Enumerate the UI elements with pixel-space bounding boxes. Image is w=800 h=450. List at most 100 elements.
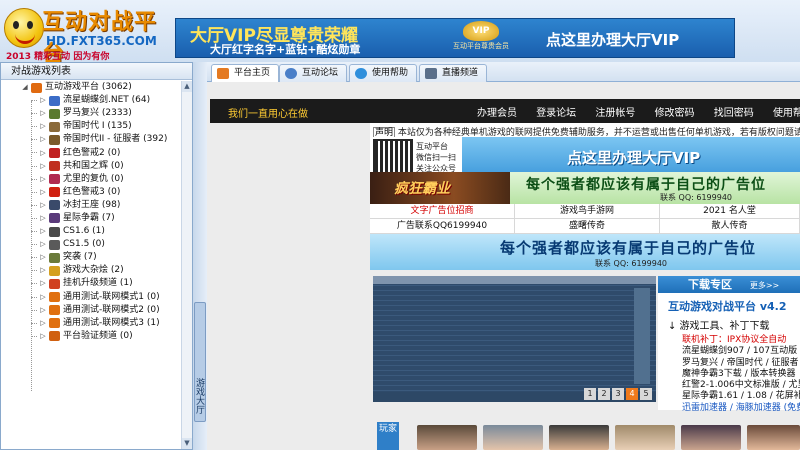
expand-icon[interactable]: ▷ bbox=[39, 330, 47, 343]
expand-icon[interactable]: ▷ bbox=[39, 238, 47, 251]
tree-root-label: 互动游戏平台 (3062) bbox=[45, 82, 132, 93]
scroll-up-icon[interactable]: ▲ bbox=[182, 81, 192, 92]
tab-label: 使用帮助 bbox=[372, 68, 409, 78]
collapse-icon[interactable]: ◢ bbox=[21, 81, 29, 94]
flag-icon bbox=[49, 187, 60, 198]
vip-banner-cta[interactable]: 点这里办理大厅VIP bbox=[546, 29, 679, 50]
expand-icon[interactable]: ▷ bbox=[39, 186, 47, 199]
tree-game-item[interactable]: ▷ 尤里的复仇 (0) bbox=[1, 173, 181, 186]
text-ad-link[interactable]: 2021 名人堂 bbox=[660, 204, 800, 219]
player-photo[interactable] bbox=[483, 425, 543, 450]
game-hall-toggle[interactable]: 游戏大厅 bbox=[194, 302, 206, 422]
slide-page-button[interactable]: 3 bbox=[612, 388, 624, 400]
expand-icon[interactable]: ▷ bbox=[39, 147, 47, 160]
tree-game-item[interactable]: ▷ CS1.5 (0) bbox=[1, 238, 181, 251]
player-photo[interactable] bbox=[615, 425, 675, 450]
expand-icon[interactable]: ▷ bbox=[39, 291, 47, 304]
slide-page-button[interactable]: 5 bbox=[640, 388, 652, 400]
slide-page-button[interactable]: 2 bbox=[598, 388, 610, 400]
tree-game-item[interactable]: ▷ 挂机升级频道 (1) bbox=[1, 277, 181, 290]
client-download-link[interactable]: 互动游戏对战平台 v4.2 bbox=[658, 293, 800, 314]
tree-game-item[interactable]: ▷ CS1.6 (1) bbox=[1, 225, 181, 238]
game-ad-banner[interactable]: 疯狂霸业 bbox=[370, 172, 510, 204]
player-photo[interactable] bbox=[681, 425, 741, 450]
tree-game-item[interactable]: ▷ 流星蝴蝶剑.NET (64) bbox=[1, 94, 181, 107]
game-list-title: 对战游戏列表 bbox=[1, 63, 192, 80]
player-photo[interactable] bbox=[747, 425, 800, 450]
download-more-link[interactable]: 更多>> bbox=[750, 281, 779, 290]
tree-game-item[interactable]: ▷ 帝国时代II - 征服者 (392) bbox=[1, 133, 181, 146]
scroll-down-icon[interactable]: ▼ bbox=[182, 438, 192, 449]
tree-game-item[interactable]: ▷ 帝国时代 I (135) bbox=[1, 120, 181, 133]
tree-game-item[interactable]: ▷ 通用测试-联网模式2 (0) bbox=[1, 304, 181, 317]
tree-game-label: 通用测试-联网模式1 (0) bbox=[63, 291, 160, 302]
expand-icon[interactable]: ▷ bbox=[39, 251, 47, 264]
tree-game-item[interactable]: ▷ 通用测试-联网模式3 (1) bbox=[1, 317, 181, 330]
download-item[interactable]: 联机补丁：IPX协议全自动 bbox=[682, 335, 800, 346]
ad-slot-slogan: 每个强者都应该有属于自己的广告位 bbox=[500, 239, 757, 257]
download-item[interactable]: 红警2-1.006中文标准版 / 尤里 bbox=[682, 380, 800, 391]
nav-link-membership[interactable]: 办理会员 bbox=[477, 108, 517, 119]
player-photo[interactable] bbox=[417, 425, 477, 450]
tree-game-item[interactable]: ▷ 冰封王座 (98) bbox=[1, 199, 181, 212]
tab-help[interactable]: 使用帮助 bbox=[349, 64, 418, 82]
text-ad-link[interactable]: 游戏鸟手游网 bbox=[515, 204, 660, 219]
tree-game-item[interactable]: ▷ 红色警戒3 (0) bbox=[1, 186, 181, 199]
verify-icon bbox=[49, 331, 60, 342]
expand-icon[interactable]: ▷ bbox=[39, 107, 47, 120]
tree-game-label: 平台验证频道 (0) bbox=[63, 330, 133, 341]
pane-collapse-strip[interactable]: 游戏大厅 bbox=[193, 62, 207, 450]
text-ad-link[interactable]: 散人传奇 bbox=[660, 219, 800, 234]
text-ad-link[interactable]: 文字广告位招商 bbox=[370, 204, 515, 219]
expand-icon[interactable]: ▷ bbox=[39, 199, 47, 212]
text-ad-link[interactable]: 盛曙传奇 bbox=[515, 219, 660, 234]
nav-link-forum-login[interactable]: 登录论坛 bbox=[536, 108, 576, 119]
screenshot-slideshow[interactable]: 12345 bbox=[373, 276, 656, 402]
tab-live[interactable]: 直播频道 bbox=[419, 64, 488, 82]
site-nav-bar: 我们一直用心在做 办理会员 登录论坛 注册帐号 修改密码 找回密码 使用帮助 bbox=[210, 99, 800, 123]
expand-icon[interactable]: ▷ bbox=[39, 264, 47, 277]
vip-banner[interactable]: 大厅VIP尽显尊贵荣耀 大厅红字名字+蓝钻+酷炫勋章 VIP 互动平台尊贵会员 … bbox=[175, 18, 735, 58]
tree-game-item[interactable]: ▷ 通用测试-联网模式1 (0) bbox=[1, 291, 181, 304]
expand-icon[interactable]: ▷ bbox=[39, 304, 47, 317]
expand-icon[interactable]: ▷ bbox=[39, 94, 47, 107]
tree-game-item[interactable]: ▷ 突袭 (7) bbox=[1, 251, 181, 264]
tree-game-item[interactable]: ▷ 罗马复兴 (2333) bbox=[1, 107, 181, 120]
platform-logo[interactable]: 互动对战平台 HD.FXT365.COM 2013 精彩互动 因为有你 bbox=[2, 4, 172, 67]
ad-slot-banner-wide[interactable]: 每个强者都应该有属于自己的广告位 联系 QQ: 6199940 bbox=[370, 234, 800, 270]
nav-link-help[interactable]: 使用帮助 bbox=[773, 108, 800, 119]
download-item[interactable]: 星际争霸1.61 / 1.08 / 花屏补丁 bbox=[682, 391, 800, 402]
expand-icon[interactable]: ▷ bbox=[39, 225, 47, 238]
tree-game-item[interactable]: ▷ 共和国之辉 (0) bbox=[1, 160, 181, 173]
tree-game-item[interactable]: ▷ 平台验证频道 (0) bbox=[1, 330, 181, 343]
tab-bar: 平台主页 互动论坛 使用帮助 直播频道 bbox=[207, 62, 800, 83]
expand-icon[interactable]: ▷ bbox=[39, 120, 47, 133]
qr-caption: 互动平台 微信扫一扫 关注公众号 bbox=[416, 141, 456, 174]
ad-slot-banner[interactable]: 每个强者都应该有属于自己的广告位 联系 QQ: 6199940 bbox=[510, 172, 800, 204]
expand-icon[interactable]: ▷ bbox=[39, 212, 47, 225]
tree-game-item[interactable]: ▷ 游戏大杂烩 (2) bbox=[1, 264, 181, 277]
download-item[interactable]: 流星蝴蝶剑907 / 107互动版 bbox=[682, 346, 800, 357]
tree-game-item[interactable]: ▷ 星际争霸 (7) bbox=[1, 212, 181, 225]
download-item[interactable]: 罗马复兴 / 帝国时代 / 征服者 bbox=[682, 358, 800, 369]
player-photo[interactable] bbox=[549, 425, 609, 450]
nav-link-change-password[interactable]: 修改密码 bbox=[655, 108, 695, 119]
nav-link-register[interactable]: 注册帐号 bbox=[595, 108, 635, 119]
tree-root-item[interactable]: ◢ 互动游戏平台 (3062) bbox=[1, 81, 181, 94]
tree-game-item[interactable]: ▷ 红色警戒2 (0) bbox=[1, 146, 181, 159]
expand-icon[interactable]: ▷ bbox=[39, 160, 47, 173]
game-list-scrollbar[interactable]: ▲ ▼ bbox=[181, 81, 192, 449]
tab-forum[interactable]: 互动论坛 bbox=[279, 64, 348, 82]
ad-slot-slogan: 每个强者都应该有属于自己的广告位 bbox=[526, 177, 766, 193]
tab-home[interactable]: 平台主页 bbox=[211, 64, 280, 83]
expand-icon[interactable]: ▷ bbox=[39, 173, 47, 186]
text-ad-link[interactable]: 广告联系QQ6199940 bbox=[370, 219, 515, 234]
slide-page-button-active[interactable]: 4 bbox=[626, 388, 638, 400]
download-item[interactable]: 魔神争霸3下载 / 版本转换器 bbox=[682, 369, 800, 380]
expand-icon[interactable]: ▷ bbox=[39, 277, 47, 290]
slide-page-button[interactable]: 1 bbox=[584, 388, 596, 400]
expand-icon[interactable]: ▷ bbox=[39, 317, 47, 330]
expand-icon[interactable]: ▷ bbox=[39, 133, 47, 146]
download-item[interactable]: 迅雷加速器 / 海豚加速器 (免费) bbox=[682, 403, 800, 414]
nav-link-recover-password[interactable]: 找回密码 bbox=[714, 108, 754, 119]
